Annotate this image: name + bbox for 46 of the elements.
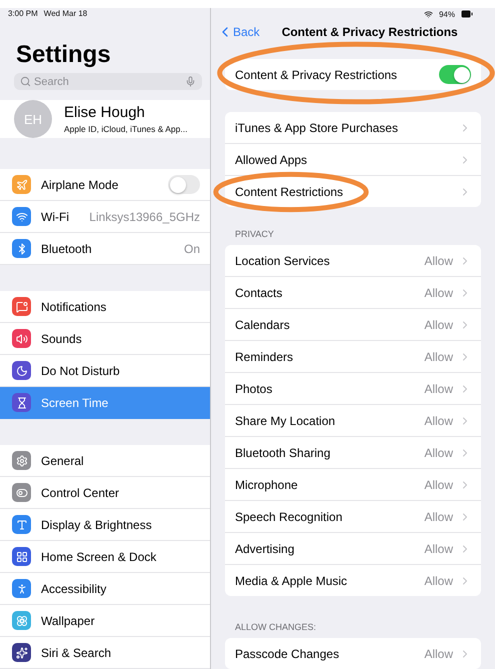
profile-name: Elise Hough	[64, 104, 146, 121]
sidebar-title: Settings	[16, 41, 112, 70]
settings-row[interactable]: Speech Recognition Allow	[225, 501, 481, 532]
profile-subtitle: Apple ID, iCloud, iTunes & App...	[64, 124, 188, 134]
status-time: 3:00 PM	[8, 9, 38, 18]
setting-value: Allow	[424, 510, 453, 524]
settings-row[interactable]: Contacts Allow	[225, 277, 481, 308]
settings-row[interactable]: Microphone Allow	[225, 469, 481, 500]
setting-value: Allow	[424, 646, 453, 660]
settings-row[interactable]: Advertising Allow	[225, 533, 481, 564]
settings-row[interactable]: Calendars Allow	[225, 309, 481, 340]
setting-value: Allow	[424, 286, 453, 300]
settings-row[interactable]: Content Restrictions	[225, 176, 481, 207]
setting-value: Allow	[424, 478, 453, 492]
toggle-switch[interactable]	[168, 175, 200, 194]
settings-row[interactable]: Allowed Apps	[225, 144, 481, 175]
setting-value: Allow	[424, 414, 453, 428]
setting-value: Allow	[424, 350, 453, 364]
status-date: Wed Mar 18	[44, 9, 88, 18]
microphone-icon	[185, 76, 196, 88]
section-header: PRIVACY	[234, 229, 275, 241]
battery-percent: 94%	[438, 10, 455, 18]
nav-title: Content & Privacy Restrictions	[282, 24, 458, 38]
settings-row[interactable]: Share My Location Allow	[225, 405, 481, 436]
settings-row[interactable]: iTunes & App Store Purchases	[225, 112, 481, 143]
setting-value: Allow	[424, 446, 453, 460]
settings-row[interactable]: Bluetooth Sharing Allow	[225, 437, 481, 468]
settings-row[interactable]: Photos Allow	[225, 373, 481, 404]
profile-row[interactable]: EH Elise Hough Apple ID, iCloud, iTunes & App...	[0, 100, 210, 138]
settings-row[interactable]: Reminders Allow	[225, 341, 481, 372]
setting-value: Allow	[424, 542, 453, 556]
setting-value: Allow	[424, 382, 453, 396]
avatar: EH	[14, 100, 52, 138]
setting-value: Allow	[424, 574, 453, 588]
search-icon	[20, 76, 31, 88]
setting-value: Allow	[424, 318, 453, 332]
settings-row[interactable]: Media & Apple Music Allow	[225, 565, 481, 596]
battery-icon	[461, 8, 473, 20]
section-header: ALLOW CHANGES:	[234, 622, 318, 634]
settings-row[interactable]: Passcode Changes Allow	[225, 638, 481, 669]
setting-value: Linksys13966_5GHz	[89, 210, 200, 224]
settings-row[interactable]: Location Services Allow	[225, 245, 481, 276]
setting-value: On	[184, 242, 200, 256]
setting-value: Allow	[424, 254, 453, 268]
wifi-icon	[424, 10, 433, 18]
toggle-switch[interactable]	[439, 65, 471, 84]
